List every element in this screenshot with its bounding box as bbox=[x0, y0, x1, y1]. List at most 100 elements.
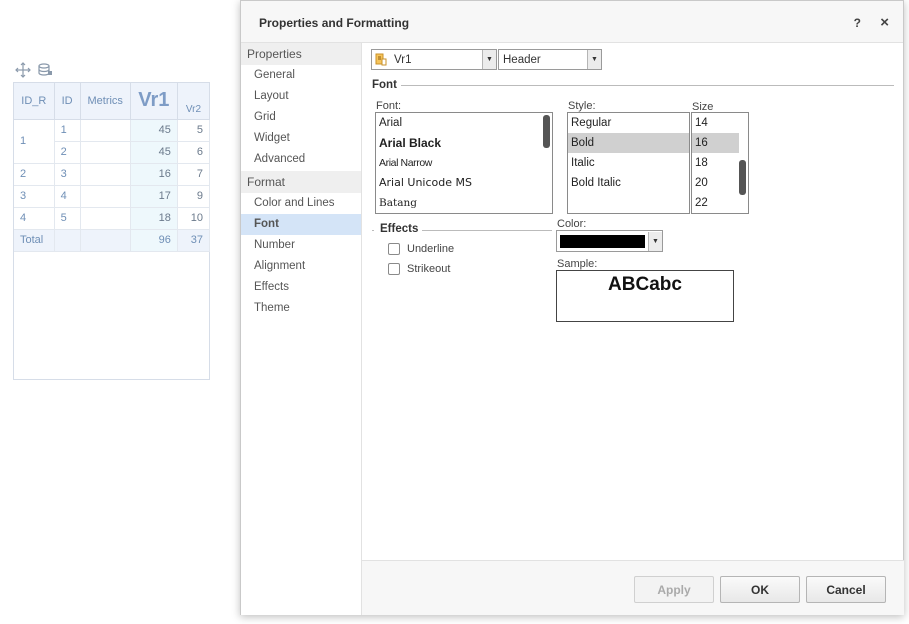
strikeout-checkbox[interactable] bbox=[388, 263, 400, 275]
cell-id-r: 3 bbox=[14, 185, 55, 208]
header-id-r[interactable]: ID_R bbox=[14, 83, 55, 120]
font-option[interactable]: Batang bbox=[376, 193, 552, 213]
total-vr2: 37 bbox=[177, 229, 211, 252]
size-listbox[interactable]: 14 16 18 20 22 bbox=[691, 112, 749, 214]
cell-vr2: 7 bbox=[177, 163, 211, 186]
font-option[interactable]: Arial Unicode MS bbox=[376, 173, 552, 193]
font-option[interactable]: Arial Black bbox=[376, 133, 552, 153]
sidebar-item-color-and-lines[interactable]: Color and Lines bbox=[241, 193, 361, 214]
cell-vr1: 17 bbox=[130, 185, 178, 208]
sample-field-label: Sample: bbox=[557, 258, 598, 270]
color-field-label: Color: bbox=[557, 218, 587, 230]
part-select[interactable]: Header ▼ bbox=[498, 49, 602, 70]
header-vr1[interactable]: Vr1 bbox=[130, 83, 178, 120]
sidebar-item-theme[interactable]: Theme bbox=[241, 298, 361, 319]
header-metrics[interactable]: Metrics bbox=[80, 83, 131, 120]
element-icon bbox=[372, 53, 390, 66]
move-icon[interactable] bbox=[14, 61, 32, 79]
sidebar-section-format: Format bbox=[241, 171, 361, 193]
font-group-divider bbox=[372, 85, 894, 86]
sidebar-item-grid[interactable]: Grid bbox=[241, 107, 361, 128]
cell-vr2: 9 bbox=[177, 185, 211, 208]
cell-vr1: 45 bbox=[130, 119, 178, 142]
underline-option[interactable]: Underline bbox=[388, 243, 454, 255]
size-option-selected[interactable]: 16 bbox=[692, 133, 739, 153]
sidebar-item-advanced[interactable]: Advanced bbox=[241, 149, 361, 170]
size-option[interactable]: 18 bbox=[692, 153, 739, 173]
font-listbox[interactable]: Arial Arial Black Arial Narrow Arial Uni… bbox=[375, 112, 553, 214]
total-label: Total bbox=[14, 229, 55, 252]
cell-vr2: 6 bbox=[177, 141, 211, 164]
cell-vr2: 5 bbox=[177, 119, 211, 142]
size-option[interactable]: 22 bbox=[692, 193, 739, 213]
dialog-header[interactable]: Properties and Formatting ? × bbox=[241, 1, 903, 43]
table-row: 1 1 45 5 bbox=[14, 119, 211, 164]
size-option[interactable]: 14 bbox=[692, 113, 739, 133]
widget-toolbar bbox=[14, 60, 54, 80]
header-vr2[interactable]: Vr2 bbox=[177, 83, 211, 120]
cancel-button[interactable]: Cancel bbox=[806, 576, 886, 603]
sidebar-item-alignment[interactable]: Alignment bbox=[241, 256, 361, 277]
sidebar-item-general[interactable]: General bbox=[241, 65, 361, 86]
size-option[interactable]: 20 bbox=[692, 173, 739, 193]
color-select[interactable]: ▼ bbox=[556, 230, 663, 252]
cell-vr1: 45 bbox=[130, 141, 178, 164]
help-icon[interactable]: ? bbox=[854, 16, 861, 30]
chevron-down-icon[interactable]: ▼ bbox=[648, 231, 662, 251]
sample-preview: ABCabc bbox=[556, 270, 734, 322]
style-option[interactable]: Regular bbox=[568, 113, 689, 133]
cell-id: 2 bbox=[54, 141, 81, 164]
cell-metrics bbox=[80, 163, 131, 186]
datasource-icon[interactable] bbox=[36, 61, 54, 79]
total-vr1: 96 bbox=[130, 229, 178, 252]
properties-dialog: Properties and Formatting ? × Properties… bbox=[240, 0, 904, 615]
style-option-selected[interactable]: Bold bbox=[568, 133, 689, 153]
style-field-label: Style: bbox=[568, 100, 596, 112]
pivot-widget: ID_R ID Metrics Vr1 Vr2 1 1 45 5 2 45 6 … bbox=[13, 82, 211, 380]
sample-text: ABCabc bbox=[608, 274, 682, 295]
chevron-down-icon[interactable]: ▼ bbox=[587, 50, 601, 69]
cell-id-r: 1 bbox=[14, 119, 55, 164]
style-listbox[interactable]: Regular Bold Italic Bold Italic bbox=[567, 112, 690, 214]
table-row: 4 5 18 10 bbox=[14, 207, 211, 230]
cell-id: 3 bbox=[54, 163, 81, 186]
font-option[interactable]: Arial Narrow bbox=[376, 153, 552, 173]
strikeout-option[interactable]: Strikeout bbox=[388, 263, 450, 275]
dialog-footer: Apply OK Cancel bbox=[362, 560, 904, 615]
sidebar-item-effects[interactable]: Effects bbox=[241, 277, 361, 298]
font-list-scrollbar[interactable] bbox=[543, 115, 550, 148]
table-row: 3 4 17 9 bbox=[14, 185, 211, 208]
style-option[interactable]: Bold Italic bbox=[568, 173, 689, 193]
cell-vr2: 10 bbox=[177, 207, 211, 230]
sidebar-item-number[interactable]: Number bbox=[241, 235, 361, 256]
cell-id-r: 2 bbox=[14, 163, 55, 186]
table-header-row: ID_R ID Metrics Vr1 Vr2 bbox=[14, 83, 211, 120]
cell-metrics bbox=[80, 141, 131, 164]
cell-id: 4 bbox=[54, 185, 81, 208]
close-icon[interactable]: × bbox=[880, 14, 889, 31]
ok-button[interactable]: OK bbox=[720, 576, 800, 603]
sidebar-item-layout[interactable]: Layout bbox=[241, 86, 361, 107]
total-row: Total 96 37 bbox=[14, 229, 211, 252]
strikeout-label: Strikeout bbox=[407, 263, 451, 275]
size-list-scrollbar[interactable] bbox=[739, 160, 746, 195]
dialog-sidebar: Properties General Layout Grid Widget Ad… bbox=[241, 43, 362, 615]
sidebar-item-widget[interactable]: Widget bbox=[241, 128, 361, 149]
underline-label: Underline bbox=[407, 243, 455, 255]
cell-id: 1 bbox=[54, 119, 81, 142]
header-id[interactable]: ID bbox=[54, 83, 81, 120]
cell-metrics bbox=[80, 185, 131, 208]
cell-id-r: 4 bbox=[14, 207, 55, 230]
font-field-label: Font: bbox=[376, 100, 402, 112]
cell-vr1: 18 bbox=[130, 207, 178, 230]
chevron-down-icon[interactable]: ▼ bbox=[482, 50, 496, 69]
underline-checkbox[interactable] bbox=[388, 243, 400, 255]
apply-button[interactable]: Apply bbox=[634, 576, 714, 603]
style-option[interactable]: Italic bbox=[568, 153, 689, 173]
element-select-value: Vr1 bbox=[394, 53, 412, 66]
element-select[interactable]: Vr1 ▼ bbox=[371, 49, 497, 70]
font-option[interactable]: Arial bbox=[376, 113, 552, 133]
color-swatch bbox=[560, 234, 645, 248]
dialog-title: Properties and Formatting bbox=[259, 16, 410, 30]
sidebar-item-font[interactable]: Font bbox=[241, 214, 361, 235]
